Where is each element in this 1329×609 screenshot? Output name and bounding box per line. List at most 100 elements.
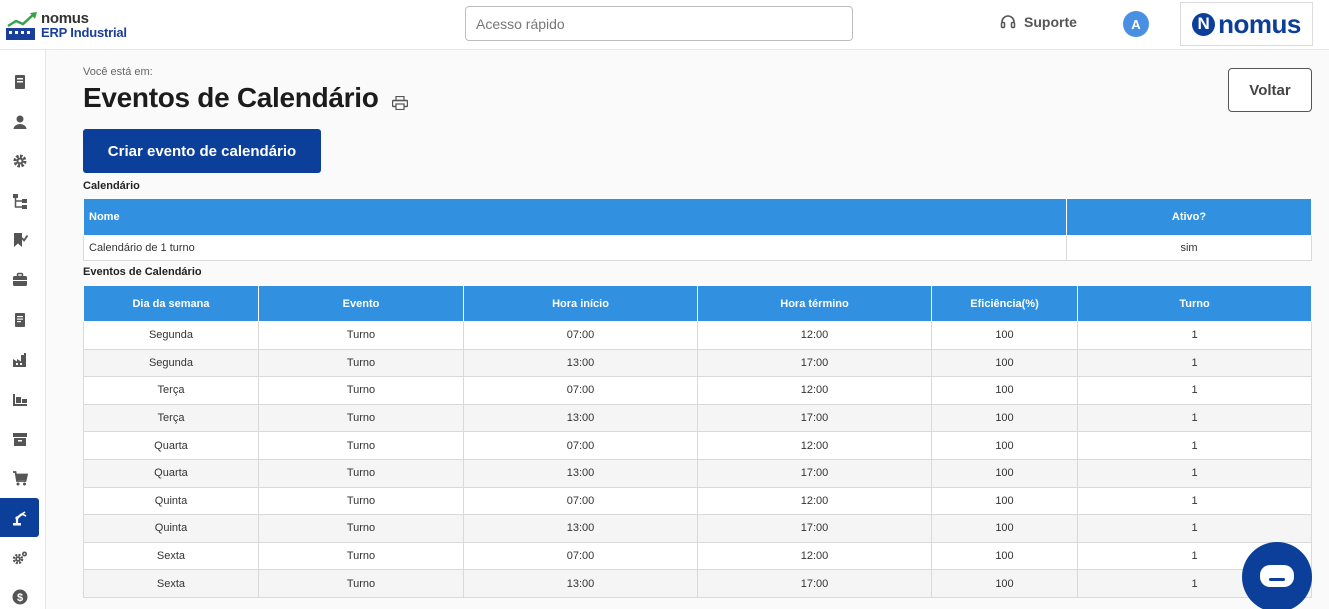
table-row[interactable]: Segunda Turno 07:00 12:00 100 1 [83, 321, 1312, 350]
table-row[interactable]: Sexta Turno 07:00 12:00 100 1 [83, 541, 1312, 571]
efficiency-cell: 100 [931, 403, 1078, 433]
end-time-cell: 17:00 [697, 569, 932, 598]
support-link[interactable]: Suporte [1000, 14, 1077, 30]
sidebar-item-production[interactable] [0, 498, 39, 537]
event-cell: Turno [258, 486, 464, 516]
top-bar: nomus ERP Industrial Suporte A N nomus [0, 0, 1329, 50]
end-time-cell: 12:00 [697, 321, 932, 350]
events-table-header-row: Dia da semana Evento Hora início Hora té… [83, 285, 1312, 322]
end-time-cell: 12:00 [697, 376, 932, 405]
hierarchy-icon [12, 193, 27, 209]
back-button[interactable]: Voltar [1228, 68, 1312, 112]
sidebar-item-structure[interactable] [0, 181, 39, 220]
events-section-label: Eventos de Calendário [83, 266, 202, 278]
table-row[interactable]: Segunda Turno 13:00 17:00 100 1 [83, 348, 1312, 378]
weekday-cell: Quinta [83, 514, 259, 543]
weekday-cell: Sexta [83, 569, 259, 598]
chat-bubble-icon [1260, 565, 1294, 587]
svg-text:$: $ [16, 592, 22, 604]
table-row[interactable]: Quarta Turno 13:00 17:00 100 1 [83, 458, 1312, 488]
efficiency-cell: 100 [931, 541, 1078, 571]
table-row[interactable]: Calendário de 1 turno sim [83, 235, 1312, 261]
weekday-cell: Sexta [83, 541, 259, 571]
table-row[interactable]: Quarta Turno 07:00 12:00 100 1 [83, 431, 1312, 460]
sidebar-item-user[interactable] [0, 102, 39, 141]
chat-button[interactable] [1242, 542, 1312, 609]
headset-icon [1000, 15, 1016, 29]
start-time-cell: 07:00 [463, 486, 698, 516]
start-time-cell: 07:00 [463, 321, 698, 350]
event-cell: Turno [258, 541, 464, 571]
event-cell: Turno [258, 514, 464, 543]
event-cell: Turno [258, 376, 464, 405]
sidebar-item-settings[interactable] [0, 141, 39, 180]
start-time-cell: 13:00 [463, 348, 698, 378]
column-header-turno[interactable]: Turno [1077, 285, 1312, 322]
efficiency-cell: 100 [931, 431, 1078, 460]
start-time-cell: 13:00 [463, 458, 698, 488]
end-time-cell: 12:00 [697, 486, 932, 516]
dollar-icon: $ [12, 589, 27, 604]
factory-chart-logo-icon [6, 12, 37, 40]
ledger-icon [14, 312, 25, 327]
shift-cell: 1 [1077, 431, 1312, 460]
start-time-cell: 07:00 [463, 541, 698, 571]
bookmark-check-icon [13, 232, 28, 247]
sidebar-item-book[interactable] [0, 62, 39, 101]
start-time-cell: 07:00 [463, 376, 698, 405]
table-row[interactable]: Sexta Turno 13:00 17:00 100 1 [83, 569, 1312, 598]
column-header-hora-termino[interactable]: Hora término [697, 285, 932, 322]
table-row[interactable]: Quinta Turno 07:00 12:00 100 1 [83, 486, 1312, 516]
efficiency-cell: 100 [931, 348, 1078, 378]
create-calendar-event-button[interactable]: Criar evento de calendário [83, 129, 321, 173]
column-header-ativo[interactable]: Ativo? [1066, 198, 1312, 236]
user-avatar[interactable]: A [1123, 11, 1149, 37]
shift-cell: 1 [1077, 321, 1312, 350]
sidebar-item-business[interactable] [0, 260, 39, 299]
end-time-cell: 17:00 [697, 458, 932, 488]
breadcrumb: Você está em: [83, 66, 153, 78]
quick-access-search-input[interactable] [465, 6, 853, 41]
efficiency-cell: 100 [931, 569, 1078, 598]
efficiency-cell: 100 [931, 376, 1078, 405]
shift-cell: 1 [1077, 514, 1312, 543]
factory-icon [12, 352, 26, 367]
weekday-cell: Segunda [83, 348, 259, 378]
nomus-erp-logo[interactable]: nomus ERP Industrial [6, 8, 136, 42]
column-header-dia-semana[interactable]: Dia da semana [83, 285, 259, 322]
end-time-cell: 12:00 [697, 431, 932, 460]
shift-cell: 1 [1077, 348, 1312, 378]
calendar-active-cell: sim [1066, 235, 1312, 261]
table-row[interactable]: Quinta Turno 13:00 17:00 100 1 [83, 514, 1312, 543]
sidebar-item-automation[interactable] [0, 538, 39, 577]
column-header-nome[interactable]: Nome [83, 198, 1067, 236]
column-header-hora-inicio[interactable]: Hora início [463, 285, 698, 322]
weekday-cell: Terça [83, 376, 259, 405]
page-title: Eventos de Calendário [83, 82, 379, 113]
logo-text-erp: ERP Industrial [41, 25, 127, 40]
gear-icon [13, 154, 26, 167]
table-row[interactable]: Terça Turno 07:00 12:00 100 1 [83, 376, 1312, 405]
sidebar-item-finance[interactable]: $ [0, 577, 39, 609]
sidebar-item-logistics[interactable] [0, 380, 39, 419]
column-header-evento[interactable]: Evento [258, 285, 464, 322]
sidebar-item-purchases[interactable] [0, 458, 39, 497]
print-icon[interactable] [392, 96, 408, 110]
table-row[interactable]: Terça Turno 13:00 17:00 100 1 [83, 403, 1312, 433]
efficiency-cell: 100 [931, 514, 1078, 543]
column-header-eficiencia[interactable]: Eficiência(%) [931, 285, 1078, 322]
weekday-cell: Quarta [83, 458, 259, 488]
sidebar-item-tasks[interactable] [0, 220, 39, 259]
sidebar-item-archive[interactable] [0, 419, 39, 458]
efficiency-cell: 100 [931, 458, 1078, 488]
sidebar-item-industry[interactable] [0, 340, 39, 379]
calendar-section-label: Calendário [83, 180, 140, 192]
start-time-cell: 13:00 [463, 569, 698, 598]
gears-icon [12, 551, 27, 564]
event-cell: Turno [258, 458, 464, 488]
sidebar-item-ledger[interactable] [0, 300, 39, 339]
event-cell: Turno [258, 431, 464, 460]
end-time-cell: 17:00 [697, 348, 932, 378]
sidebar: $ [0, 50, 46, 609]
calendar-name-cell: Calendário de 1 turno [83, 235, 1067, 261]
